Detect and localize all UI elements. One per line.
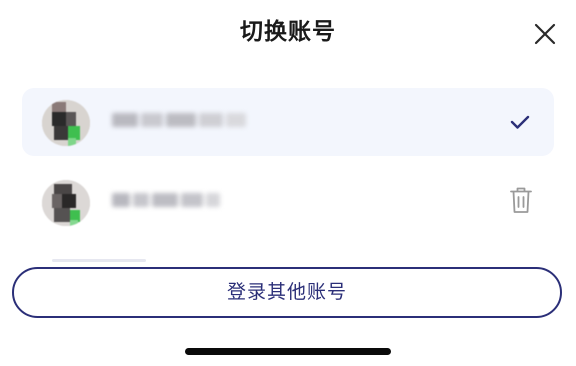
login-other-account-button[interactable]: 登录其他账号 [12, 267, 562, 318]
account-row-other[interactable] [22, 168, 554, 236]
redaction-pixels [112, 190, 223, 210]
checkmark-icon [510, 115, 530, 129]
redaction-pixels [112, 110, 249, 130]
close-icon[interactable] [527, 16, 563, 52]
dialog-title: 切换账号 [240, 19, 336, 45]
trash-icon[interactable] [508, 185, 534, 215]
switch-account-sheet: 切换账号 登录其他账号 [0, 0, 576, 366]
scroll-hint [52, 259, 146, 262]
home-indicator[interactable] [185, 348, 391, 355]
avatar [42, 100, 90, 146]
avatar [42, 180, 90, 226]
account-row-current[interactable] [22, 88, 554, 156]
